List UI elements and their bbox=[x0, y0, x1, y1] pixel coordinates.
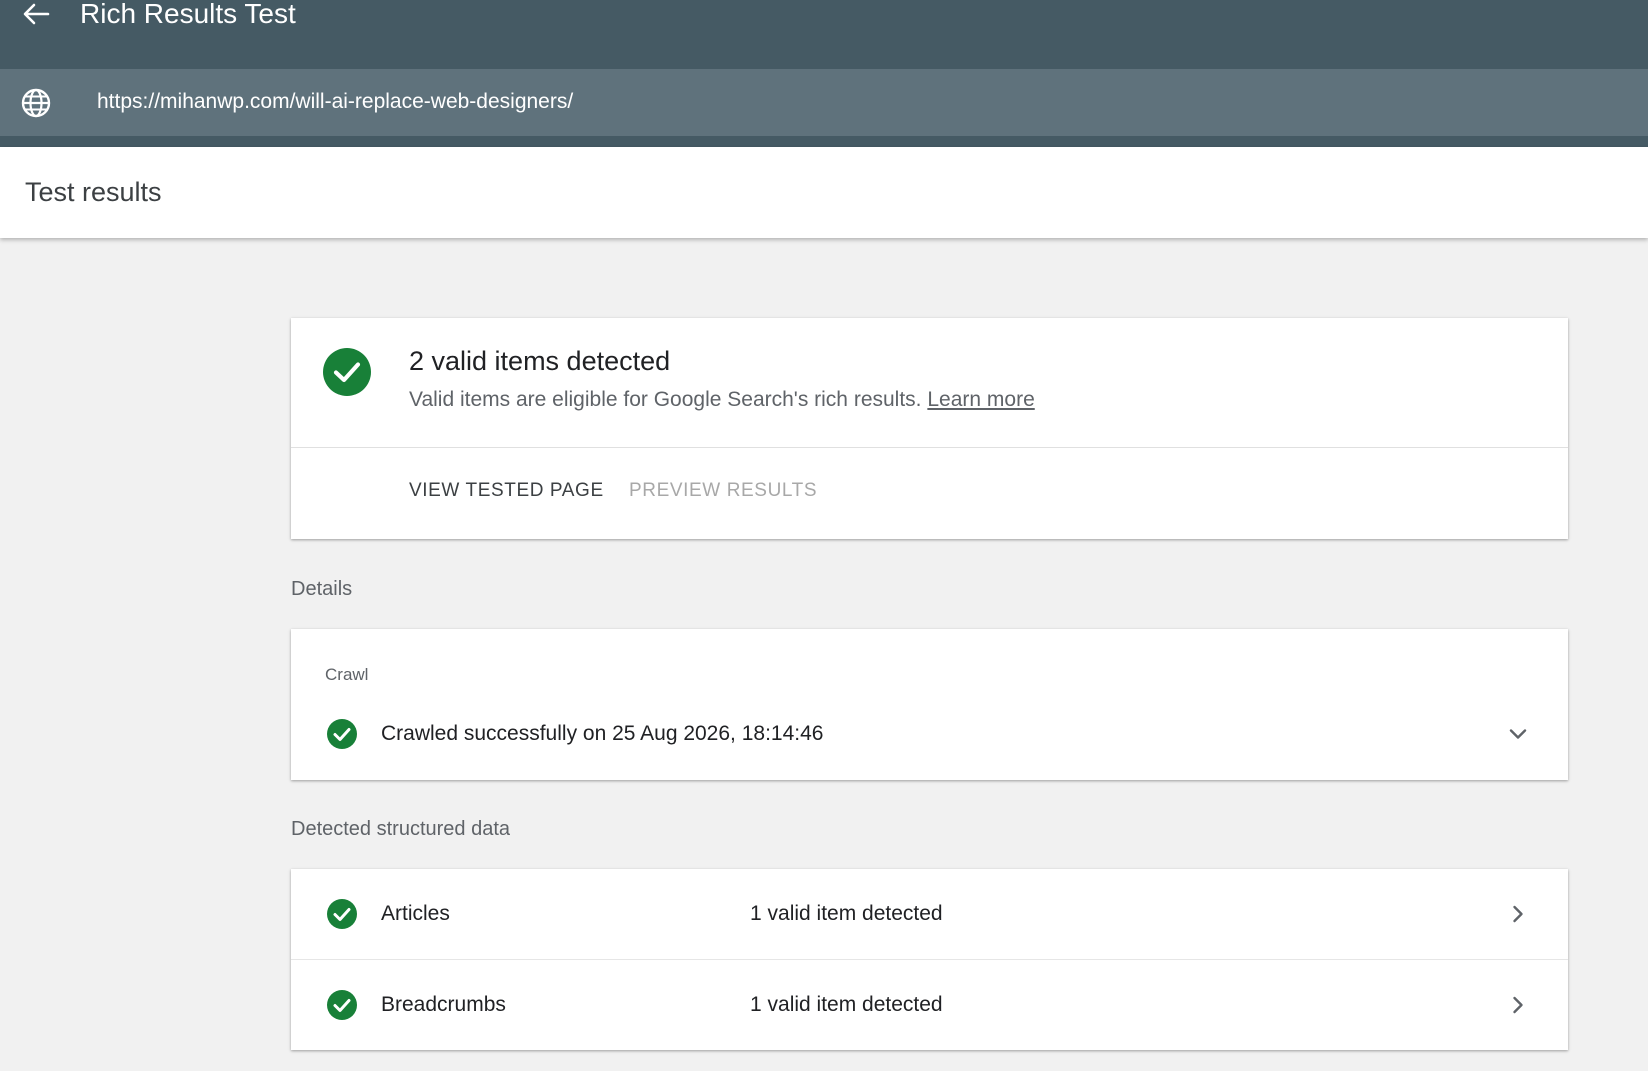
crawl-label: Crawl bbox=[325, 665, 369, 684]
globe-icon bbox=[20, 87, 52, 119]
chevron-right-icon[interactable] bbox=[1504, 900, 1532, 928]
crawl-card[interactable]: Crawl Crawled successfully on 25 Aug 202… bbox=[291, 629, 1568, 780]
summary-title: 2 valid items detected bbox=[409, 346, 671, 376]
url-input[interactable] bbox=[84, 83, 1484, 121]
details-section-label: Details bbox=[291, 578, 353, 600]
app-title: Rich Results Test bbox=[80, 0, 296, 29]
app-bar: Rich Results Test bbox=[0, 0, 1648, 69]
structured-data-name: Breadcrumbs bbox=[381, 993, 506, 1016]
summary-description: Valid items are eligible for Google Sear… bbox=[409, 388, 1035, 412]
summary-card: 2 valid items detected Valid items are e… bbox=[291, 318, 1568, 539]
check-circle-icon bbox=[323, 348, 371, 396]
structured-data-section-label: Detected structured data bbox=[291, 818, 511, 840]
chevron-down-icon[interactable] bbox=[1504, 720, 1532, 748]
summary-header: 2 valid items detected Valid items are e… bbox=[291, 318, 1568, 448]
structured-data-row-articles[interactable]: Articles 1 valid item detected bbox=[291, 869, 1568, 959]
check-circle-icon bbox=[327, 719, 357, 749]
structured-data-status: 1 valid item detected bbox=[750, 902, 943, 925]
crawl-status-text: Crawled successfully on 25 Aug 2026, 18:… bbox=[381, 722, 824, 745]
structured-data-row-breadcrumbs[interactable]: Breadcrumbs 1 valid item detected bbox=[291, 959, 1568, 1049]
structured-data-status: 1 valid item detected bbox=[750, 993, 943, 1016]
page-title: Test results bbox=[25, 177, 162, 207]
chevron-right-icon[interactable] bbox=[1504, 991, 1532, 1019]
view-tested-page-button[interactable]: VIEW TESTED PAGE bbox=[409, 480, 604, 502]
results-header: Test results bbox=[0, 147, 1648, 238]
structured-data-card: Articles 1 valid item detected Breadcrum… bbox=[291, 869, 1568, 1050]
url-bar-divider bbox=[0, 136, 1648, 147]
learn-more-link[interactable]: Learn more bbox=[927, 388, 1034, 411]
check-circle-icon bbox=[327, 899, 357, 929]
structured-data-name: Articles bbox=[381, 902, 450, 925]
summary-description-text: Valid items are eligible for Google Sear… bbox=[409, 388, 922, 411]
check-circle-icon bbox=[327, 990, 357, 1020]
arrow-back-icon[interactable] bbox=[18, 0, 54, 28]
preview-results-button[interactable]: PREVIEW RESULTS bbox=[629, 480, 817, 502]
